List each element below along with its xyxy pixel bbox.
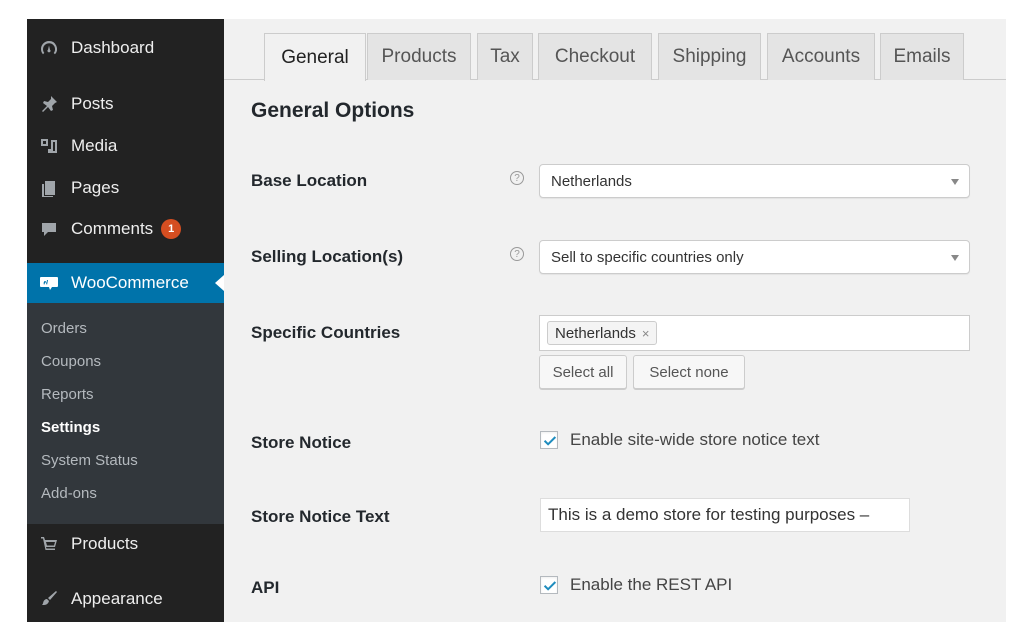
comment-icon xyxy=(27,219,71,239)
media-icon xyxy=(27,136,71,156)
submenu-item-add-ons[interactable]: Add-ons xyxy=(41,485,97,502)
checkmark-icon xyxy=(543,580,556,591)
submenu-item-system-status[interactable]: System Status xyxy=(41,452,138,469)
store-notice-checkbox[interactable] xyxy=(540,431,558,449)
cart-icon xyxy=(27,534,71,554)
woocommerce-submenu: Orders Coupons Reports Settings System S… xyxy=(27,303,224,524)
store-notice-label: Store Notice xyxy=(251,433,352,452)
woocommerce-icon xyxy=(27,273,71,293)
current-menu-arrow xyxy=(215,275,224,291)
comment-count-badge: 1 xyxy=(161,219,182,239)
menu-label: Posts xyxy=(71,94,114,113)
menu-item-dashboard[interactable]: Dashboard xyxy=(27,27,224,69)
tab-checkout[interactable]: Checkout xyxy=(538,33,652,80)
specific-countries-input[interactable]: Netherlands × xyxy=(539,315,970,351)
close-icon[interactable]: × xyxy=(642,326,650,341)
tab-tax[interactable]: Tax xyxy=(477,33,533,80)
admin-sidebar: Dashboard Posts Media Pages Comments 1 W… xyxy=(27,19,224,622)
submenu-item-settings[interactable]: Settings xyxy=(41,419,100,436)
settings-tabs: General Products Tax Checkout Shipping A… xyxy=(224,19,1006,81)
help-icon[interactable]: ? xyxy=(510,171,524,185)
menu-item-woocommerce[interactable]: WooCommerce xyxy=(27,263,224,303)
tab-products[interactable]: Products xyxy=(367,33,471,80)
section-title: General Options xyxy=(251,99,415,122)
brush-icon xyxy=(27,589,71,609)
chip-label: Netherlands xyxy=(555,324,636,342)
menu-item-appearance[interactable]: Appearance xyxy=(27,578,224,620)
submenu-item-reports[interactable]: Reports xyxy=(41,386,94,403)
selling-locations-value: Sell to specific countries only xyxy=(551,248,744,266)
store-notice-checkbox-label: Enable site-wide store notice text xyxy=(570,430,820,449)
chevron-down-icon xyxy=(951,179,959,185)
specific-countries-label: Specific Countries xyxy=(251,323,401,342)
menu-item-media[interactable]: Media xyxy=(27,125,224,167)
api-option: Enable the REST API xyxy=(540,575,732,595)
submenu-item-orders[interactable]: Orders xyxy=(41,320,87,337)
selling-locations-select[interactable]: Sell to specific countries only xyxy=(539,240,970,274)
menu-label: Comments xyxy=(71,219,154,238)
pushpin-icon xyxy=(27,94,71,114)
menu-label: Products xyxy=(71,534,139,553)
tab-shipping[interactable]: Shipping xyxy=(658,33,761,80)
chevron-down-icon xyxy=(951,255,959,261)
selling-locations-label: Selling Location(s) xyxy=(251,247,404,266)
dashboard-icon xyxy=(27,38,71,58)
base-location-value: Netherlands xyxy=(551,172,632,190)
store-notice-text-label: Store Notice Text xyxy=(251,507,390,526)
menu-label: Pages xyxy=(71,178,120,197)
settings-panel: General Products Tax Checkout Shipping A… xyxy=(224,19,1006,622)
base-location-label: Base Location xyxy=(251,171,368,190)
pages-icon xyxy=(27,178,71,198)
tab-general[interactable]: General xyxy=(264,33,366,81)
select-all-button[interactable]: Select all xyxy=(539,355,627,389)
store-notice-text-field[interactable]: This is a demo store for testing purpose… xyxy=(540,498,910,532)
store-notice-option: Enable site-wide store notice text xyxy=(540,430,819,450)
menu-item-pages[interactable]: Pages xyxy=(27,167,224,209)
api-label: API xyxy=(251,578,280,597)
tab-accounts[interactable]: Accounts xyxy=(767,33,875,80)
menu-label: Media xyxy=(71,136,118,155)
menu-label: WooCommerce xyxy=(71,273,189,292)
tab-emails[interactable]: Emails xyxy=(880,33,964,80)
menu-item-comments[interactable]: Comments 1 xyxy=(27,208,224,250)
country-chip: Netherlands × xyxy=(547,321,658,345)
menu-item-posts[interactable]: Posts xyxy=(27,83,224,125)
base-location-select[interactable]: Netherlands xyxy=(539,164,970,198)
select-none-button[interactable]: Select none xyxy=(633,355,745,389)
checkmark-icon xyxy=(543,435,556,446)
menu-item-products[interactable]: Products xyxy=(27,523,224,565)
menu-label: Dashboard xyxy=(71,38,155,57)
rest-api-checkbox-label: Enable the REST API xyxy=(570,575,733,594)
menu-label: Appearance xyxy=(71,589,163,608)
help-icon[interactable]: ? xyxy=(510,247,524,261)
submenu-item-coupons[interactable]: Coupons xyxy=(41,353,101,370)
rest-api-checkbox[interactable] xyxy=(540,576,558,594)
